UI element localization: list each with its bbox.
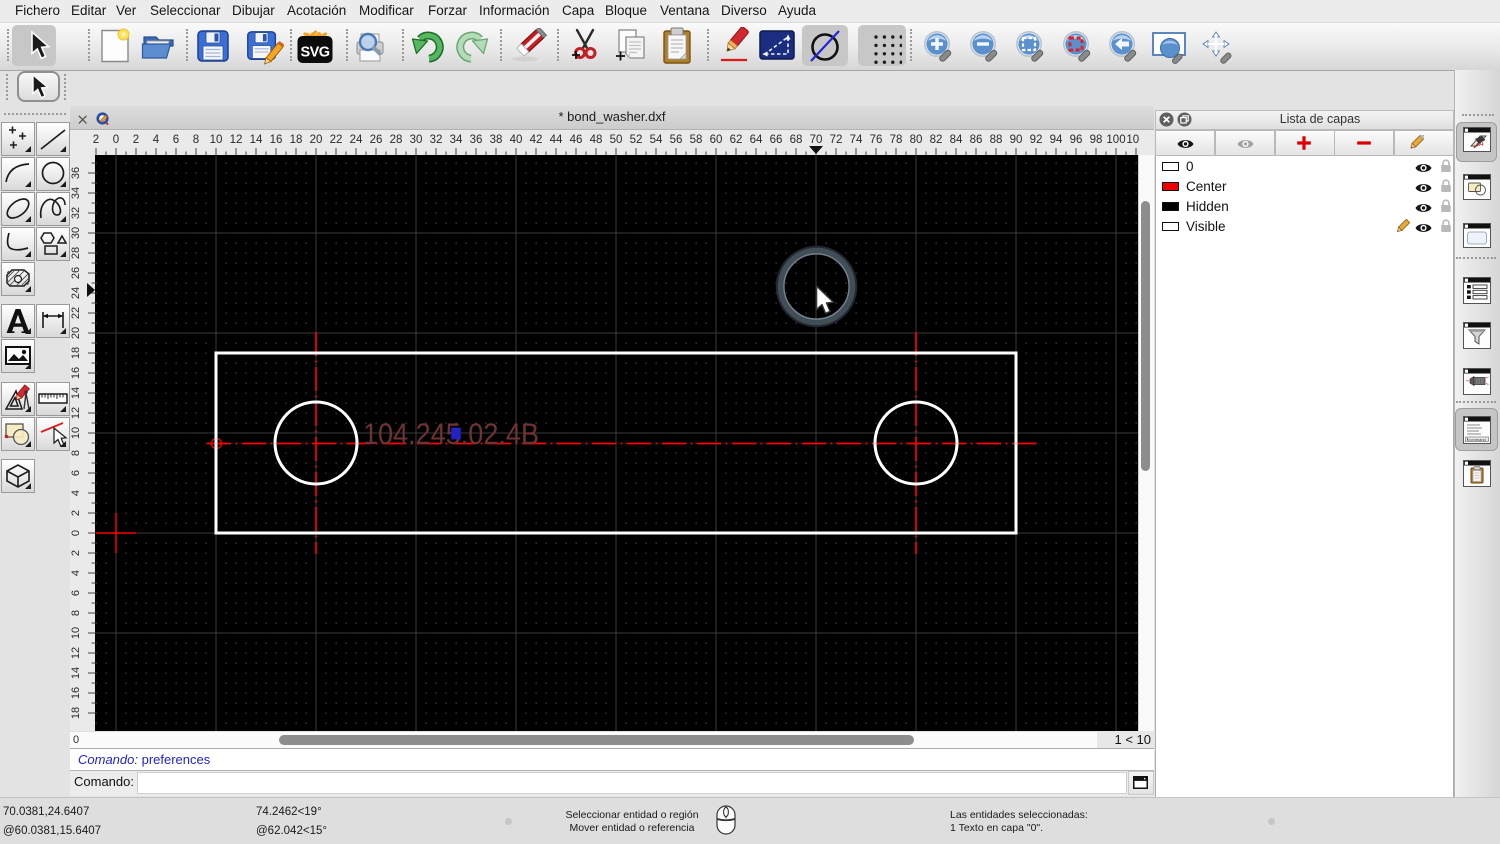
svg-text:94: 94 <box>1050 134 1063 146</box>
svg-text:66: 66 <box>770 134 783 146</box>
svg-text:12: 12 <box>70 647 82 659</box>
svg-text:88: 88 <box>990 134 1003 146</box>
svg-text:40: 40 <box>510 134 523 146</box>
svg-text:80: 80 <box>910 134 923 146</box>
svg-text:12: 12 <box>230 134 243 146</box>
svg-text:8: 8 <box>193 134 199 146</box>
svg-text:10: 10 <box>70 427 82 439</box>
svg-text:72: 72 <box>830 134 843 146</box>
svg-text:36: 36 <box>70 167 82 179</box>
svg-text:2: 2 <box>93 134 99 146</box>
svg-text:24: 24 <box>70 287 82 299</box>
svg-text:50: 50 <box>610 134 623 146</box>
svg-text:58: 58 <box>690 134 703 146</box>
svg-text:46: 46 <box>570 134 583 146</box>
svg-text:102: 102 <box>1126 134 1139 146</box>
svg-text:14: 14 <box>70 387 82 399</box>
svg-text:30: 30 <box>70 227 82 239</box>
svg-text:26: 26 <box>370 134 383 146</box>
svg-text:56: 56 <box>670 134 683 146</box>
svg-text:74: 74 <box>850 134 863 146</box>
svg-text:32: 32 <box>430 134 443 146</box>
svg-text:20: 20 <box>70 327 82 339</box>
svg-text:68: 68 <box>790 134 803 146</box>
svg-text:52: 52 <box>630 134 643 146</box>
svg-text:44: 44 <box>550 134 563 146</box>
svg-text:60: 60 <box>710 134 723 146</box>
svg-text:14: 14 <box>250 134 263 146</box>
svg-text:26: 26 <box>70 267 82 279</box>
svg-text:84: 84 <box>950 134 963 146</box>
svg-text:6: 6 <box>70 590 82 596</box>
svg-text:78: 78 <box>890 134 903 146</box>
svg-text:28: 28 <box>390 134 403 146</box>
svg-text:38: 38 <box>490 134 503 146</box>
svg-text:18: 18 <box>290 134 303 146</box>
svg-text:6: 6 <box>70 470 82 476</box>
svg-text:20: 20 <box>310 134 323 146</box>
svg-text:8: 8 <box>70 450 82 456</box>
svg-text:SVG: SVG <box>300 45 329 61</box>
svg-text:24: 24 <box>350 134 363 146</box>
svg-text:14: 14 <box>70 667 82 679</box>
svg-text:6: 6 <box>173 134 179 146</box>
svg-text:76: 76 <box>870 134 883 146</box>
svg-text:32: 32 <box>70 207 82 219</box>
svg-text:0: 0 <box>113 134 119 146</box>
svg-text:16: 16 <box>70 687 82 699</box>
svg-text:A: A <box>1478 141 1484 148</box>
svg-text:64: 64 <box>750 134 763 146</box>
svg-text:96: 96 <box>1070 134 1083 146</box>
svg-text:4: 4 <box>70 570 82 576</box>
svg-text:18: 18 <box>70 347 82 359</box>
svg-text:34: 34 <box>450 134 463 146</box>
svg-text:36: 36 <box>470 134 483 146</box>
svg-text:90: 90 <box>1010 134 1023 146</box>
svg-text:42: 42 <box>530 134 543 146</box>
svg-text:18: 18 <box>70 707 82 719</box>
svg-text:command: command <box>1468 437 1486 442</box>
svg-text:28: 28 <box>70 247 82 259</box>
svg-text:92: 92 <box>1030 134 1043 146</box>
svg-text:62: 62 <box>730 134 743 146</box>
svg-text:100: 100 <box>1106 134 1125 146</box>
svg-text:86: 86 <box>970 134 983 146</box>
svg-text:4: 4 <box>153 134 160 146</box>
svg-text:82: 82 <box>930 134 943 146</box>
svg-text:2: 2 <box>70 550 82 556</box>
svg-text:104.245.02.4B: 104.245.02.4B <box>363 418 539 451</box>
svg-text:22: 22 <box>70 307 82 319</box>
svg-text:12: 12 <box>70 407 82 419</box>
svg-text:54: 54 <box>650 134 663 146</box>
svg-text:0: 0 <box>70 530 82 536</box>
svg-text:22: 22 <box>330 134 343 146</box>
svg-text:2: 2 <box>133 134 139 146</box>
svg-text:4: 4 <box>70 490 82 496</box>
svg-text:16: 16 <box>70 367 82 379</box>
svg-text:16: 16 <box>270 134 283 146</box>
svg-text:2: 2 <box>70 510 82 516</box>
svg-text:48: 48 <box>590 134 603 146</box>
svg-text:10: 10 <box>70 627 82 639</box>
svg-text:34: 34 <box>70 187 82 199</box>
svg-text:10: 10 <box>210 134 223 146</box>
svg-text:8: 8 <box>70 610 82 616</box>
svg-text:98: 98 <box>1090 134 1103 146</box>
svg-text:30: 30 <box>410 134 423 146</box>
svg-text:70: 70 <box>810 134 823 146</box>
